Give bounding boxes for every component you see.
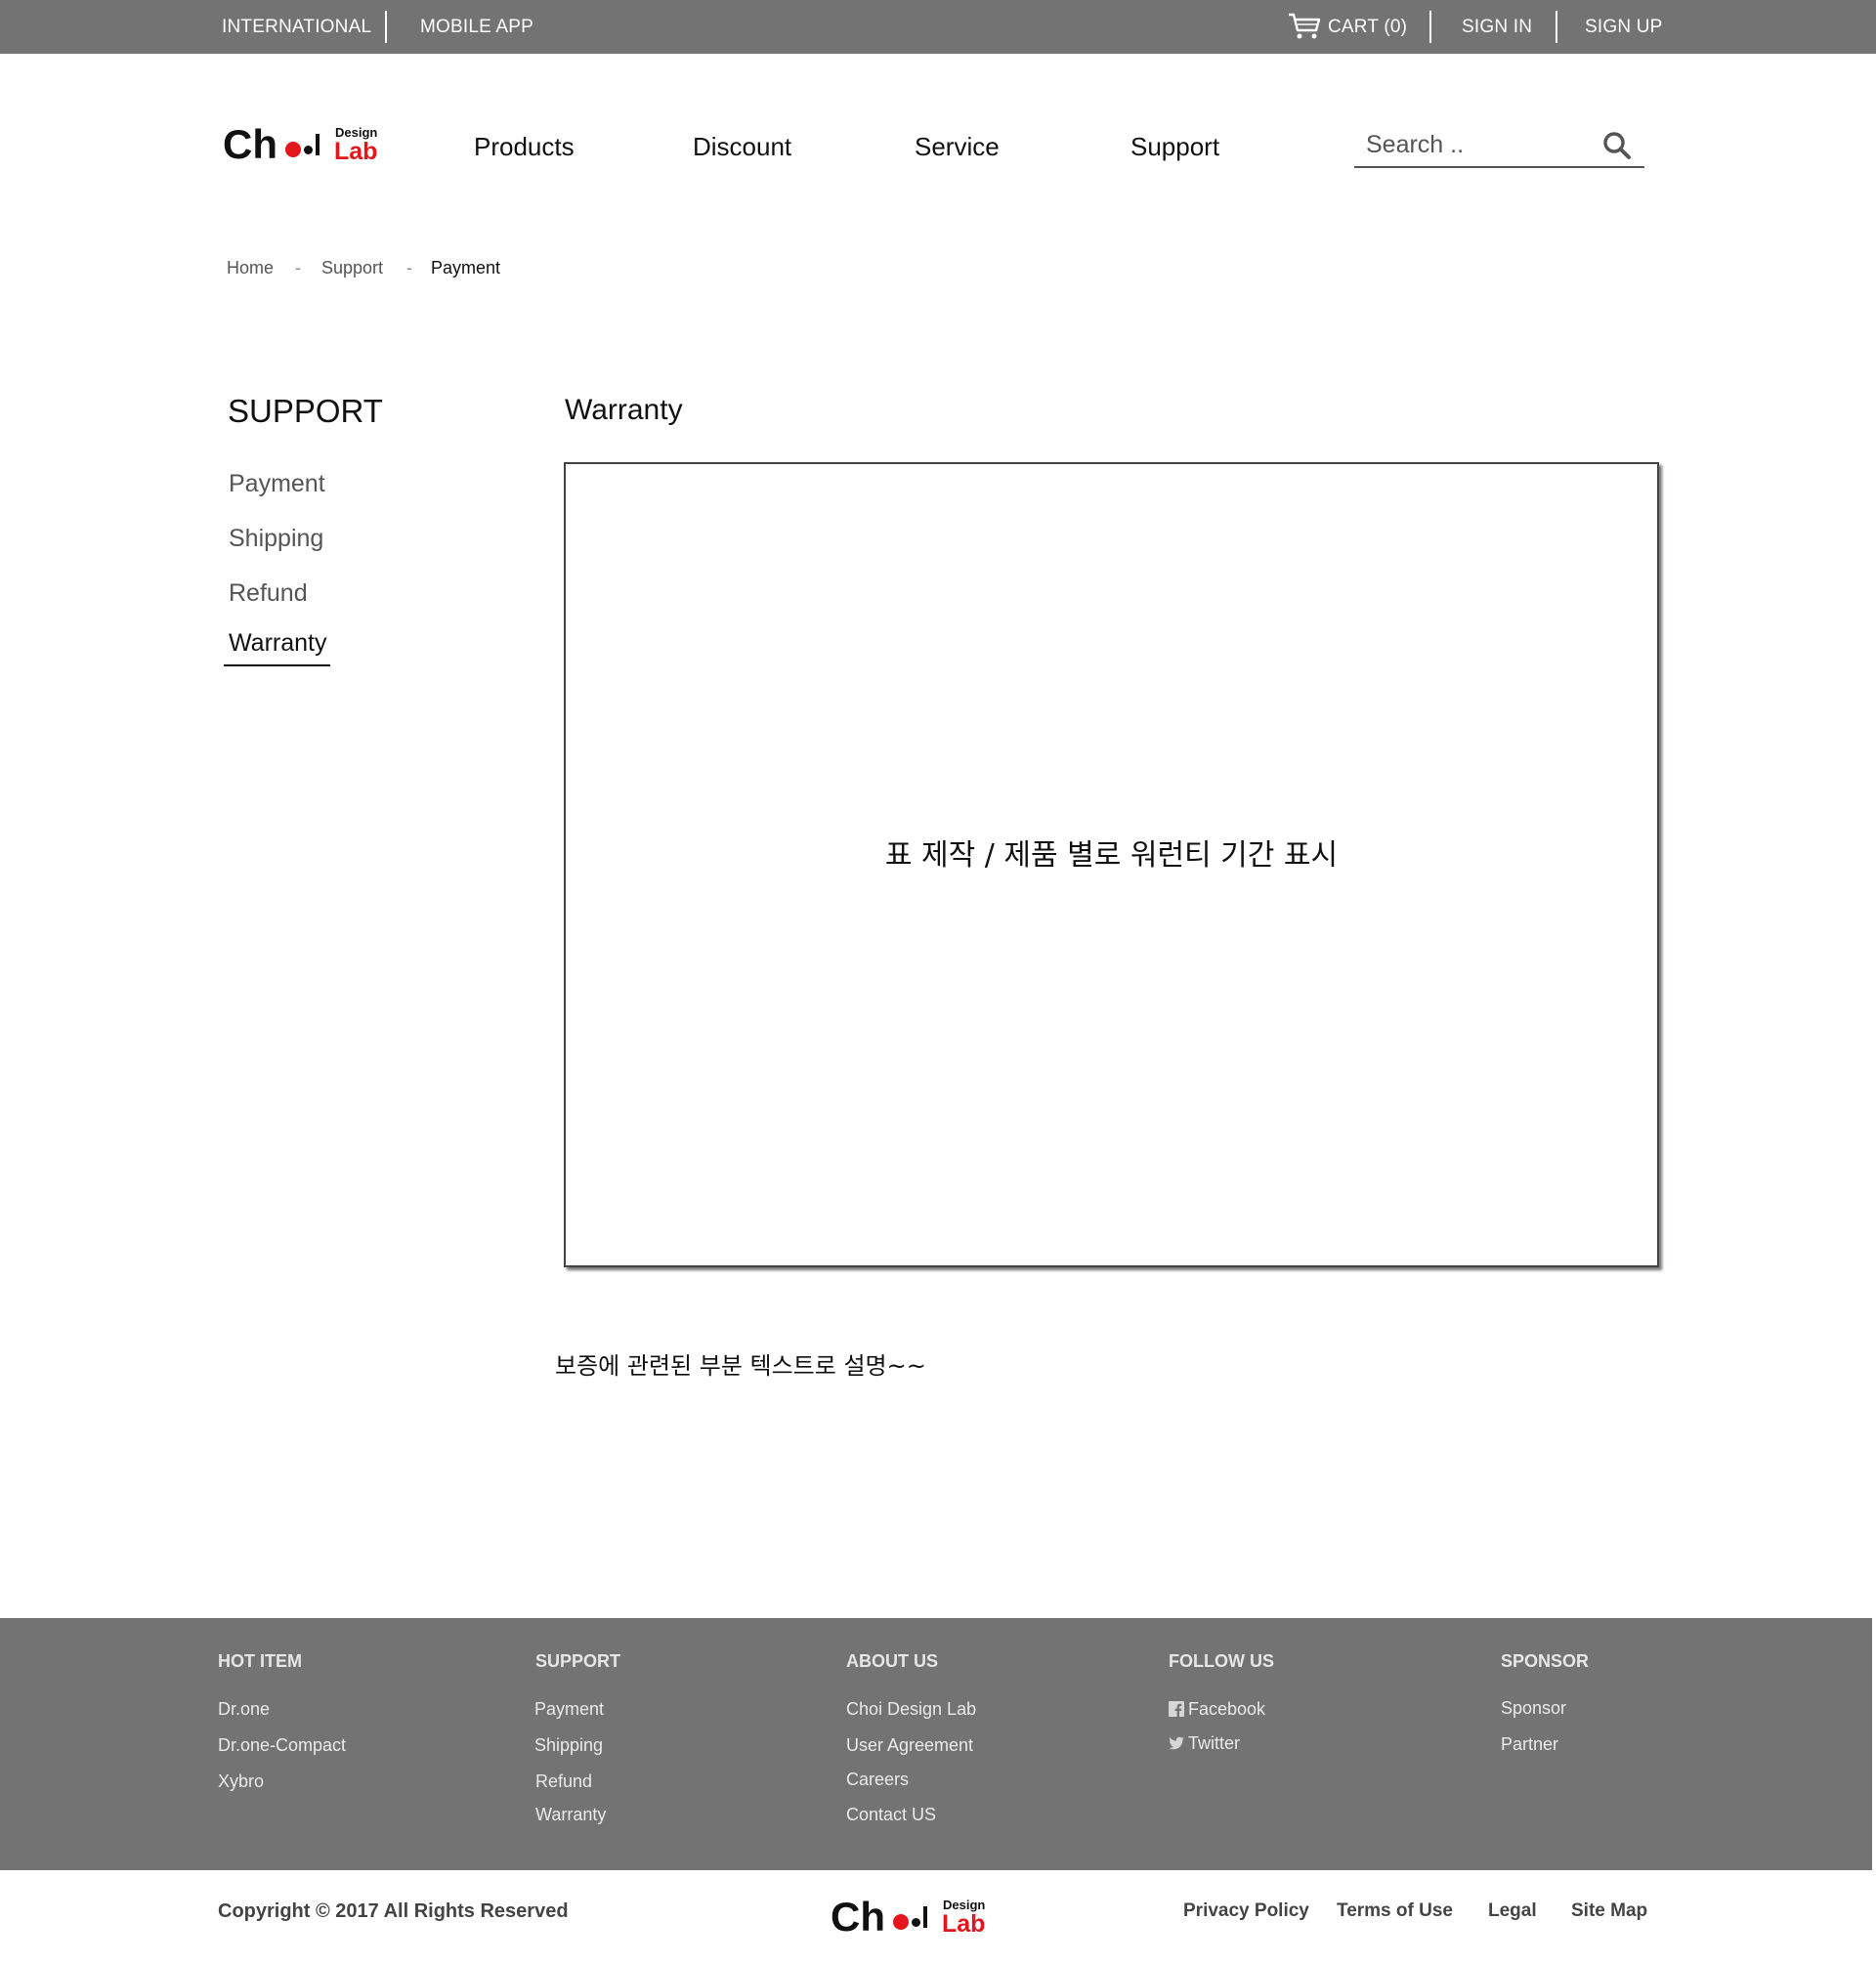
nav-discount[interactable]: Discount (693, 132, 791, 162)
footer-brand-logo[interactable]: Ch Design Lab (831, 1892, 992, 1941)
logo-red-dot (893, 1914, 909, 1930)
footer-link-careers[interactable]: Careers (846, 1770, 909, 1790)
warranty-table-placeholder: 표 제작 / 제품 별로 워런티 기간 표시 (564, 462, 1659, 1267)
footer-link-facebook-label: Facebook (1188, 1699, 1266, 1719)
search-input[interactable] (1366, 125, 1600, 164)
bottom-bar: Copyright © 2017 All Rights Reserved Ch … (0, 1870, 1876, 1963)
footer-link-contact-us[interactable]: Contact US (846, 1805, 936, 1825)
sidebar-active-underline (224, 664, 330, 666)
footer-link-choi-design-lab[interactable]: Choi Design Lab (846, 1699, 976, 1720)
sidebar-item-shipping[interactable]: Shipping (229, 525, 323, 553)
footer-link-user-agreement[interactable]: User Agreement (846, 1735, 973, 1756)
sidebar-item-refund[interactable]: Refund (229, 579, 308, 608)
cart-icon[interactable] (1288, 13, 1321, 40)
copyright-text: Copyright © 2017 All Rights Reserved (218, 1900, 569, 1922)
footer-link-payment[interactable]: Payment (534, 1699, 604, 1720)
logo-dot (304, 146, 313, 154)
footer-link-twitter-label: Twitter (1188, 1733, 1241, 1753)
breadcrumb-separator: - (406, 258, 412, 277)
footer-link-dr-one[interactable]: Dr.one (218, 1699, 270, 1720)
top-utility-bar: INTERNATIONAL MOBILE APP CART (0) SIGN I… (0, 0, 1876, 54)
sidebar-item-payment[interactable]: Payment (229, 470, 325, 498)
sign-up-link[interactable]: SIGN UP (1585, 0, 1663, 54)
logo-wordmark: Ch (831, 1894, 885, 1940)
footer-link-facebook[interactable]: Facebook (1169, 1699, 1265, 1720)
topbar-divider (385, 11, 387, 43)
footer-link-dr-one-compact[interactable]: Dr.one-Compact (218, 1735, 346, 1756)
nav-products[interactable]: Products (474, 132, 575, 162)
facebook-icon (1169, 1701, 1184, 1717)
warranty-description: 보증에 관련된 부분 텍스트로 설명~~ (555, 1352, 926, 1380)
privacy-policy-link[interactable]: Privacy Policy (1183, 1900, 1309, 1922)
logo-lab-text: Lab (334, 138, 378, 165)
twitter-icon (1169, 1736, 1184, 1750)
brand-logo[interactable]: Ch Design Lab (223, 119, 384, 168)
site-footer: HOT ITEM Dr.one Dr.one-Compact Xybro SUP… (0, 1618, 1872, 1870)
footer-link-refund[interactable]: Refund (535, 1771, 592, 1792)
footer-link-sponsor[interactable]: Sponsor (1501, 1698, 1566, 1719)
nav-service[interactable]: Service (915, 132, 1000, 162)
search-box (1354, 125, 1644, 168)
footer-link-partner[interactable]: Partner (1501, 1734, 1558, 1755)
footer-link-warranty[interactable]: Warranty (535, 1805, 606, 1825)
logo-dot (912, 1918, 920, 1927)
table-placeholder-text: 표 제작 / 제품 별로 워런티 기간 표시 (884, 838, 1339, 873)
footer-heading-about-us: ABOUT US (846, 1651, 938, 1671)
footer-link-twitter[interactable]: Twitter (1169, 1733, 1240, 1754)
cart-link[interactable]: CART (0) (1328, 0, 1407, 54)
mobile-app-link[interactable]: MOBILE APP (420, 0, 533, 54)
logo-lab-text: Lab (942, 1910, 986, 1938)
footer-heading-follow-us: FOLLOW US (1169, 1651, 1274, 1671)
logo-red-dot (285, 142, 301, 157)
site-map-link[interactable]: Site Map (1571, 1900, 1647, 1922)
footer-heading-support: SUPPORT (535, 1651, 621, 1671)
terms-of-use-link[interactable]: Terms of Use (1337, 1900, 1453, 1922)
search-icon[interactable] (1602, 131, 1632, 160)
topbar-divider (1556, 11, 1557, 43)
footer-link-xybro[interactable]: Xybro (218, 1771, 264, 1792)
page-title: Warranty (565, 394, 683, 426)
breadcrumb-support[interactable]: Support (321, 258, 383, 278)
footer-heading-sponsor: SPONSOR (1501, 1651, 1590, 1671)
breadcrumb-home[interactable]: Home (227, 258, 274, 278)
international-link[interactable]: INTERNATIONAL (222, 0, 371, 54)
footer-heading-hot-item: HOT ITEM (218, 1651, 302, 1671)
breadcrumb-separator: - (295, 258, 301, 277)
nav-support[interactable]: Support (1130, 132, 1219, 162)
sidebar-title: SUPPORT (228, 393, 383, 429)
footer-link-shipping[interactable]: Shipping (534, 1735, 603, 1756)
logo-bar (316, 134, 320, 155)
breadcrumb-current: Payment (431, 258, 501, 277)
legal-link[interactable]: Legal (1488, 1900, 1537, 1922)
topbar-divider (1429, 11, 1431, 43)
sign-in-link[interactable]: SIGN IN (1462, 0, 1532, 54)
logo-bar (923, 1906, 927, 1928)
logo-wordmark: Ch (223, 121, 277, 167)
sidebar-item-warranty[interactable]: Warranty (229, 629, 326, 658)
